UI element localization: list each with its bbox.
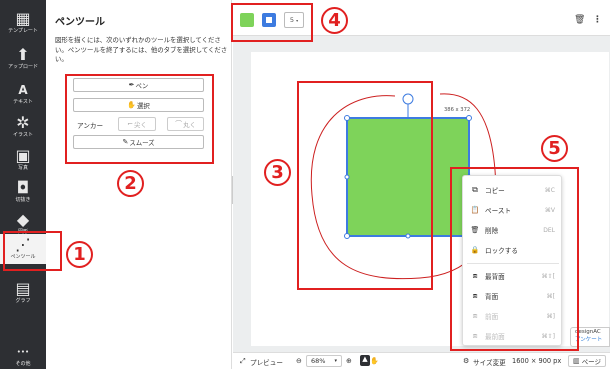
sidebar-item-label: グラフ xyxy=(15,298,31,304)
sidebar-item-label: イラスト xyxy=(13,132,33,138)
kebab-menu-icon[interactable]: ⋮ xyxy=(593,15,602,25)
page-button-label: ページ xyxy=(581,358,601,366)
sidebar-item-label: 写真 xyxy=(17,165,28,171)
crop-icon: ◘ xyxy=(16,178,30,197)
sidebar-item-label: その他 xyxy=(15,361,31,367)
shapes-icon: ◆ xyxy=(16,210,30,229)
trash-icon[interactable]: 🗑 xyxy=(574,15,585,25)
annotation-box-1 xyxy=(3,231,62,271)
annotation-box-4 xyxy=(231,3,313,42)
panel-title: ペンツール xyxy=(55,17,105,28)
cursor-tool-button[interactable]: ▲ xyxy=(360,355,370,366)
annotation-box-5 xyxy=(450,167,579,351)
expand-icon: ⤢ xyxy=(240,357,246,365)
sidebar-item-template[interactable]: ▦ テンプレート xyxy=(0,4,46,42)
illustration-icon: ✲ xyxy=(16,113,30,132)
sidebar-item-graph[interactable]: ▤ グラフ xyxy=(0,274,46,312)
sidebar-item-upload[interactable]: ⬆ アップロード xyxy=(0,40,46,78)
main-sidebar: ▦ テンプレート ⬆ アップロード A テキスト ✲ イラスト ▣ 写真 ◘ 切… xyxy=(0,0,46,369)
panel-description: 図形を描くには、次のいずれかのツールを選択してください。ペンツールを終了するには… xyxy=(55,36,228,64)
zoom-out-icon[interactable]: ⊖ xyxy=(296,357,302,365)
sidebar-item-label: テキスト xyxy=(13,99,33,105)
sidebar-item-label: テンプレート xyxy=(8,28,38,34)
badge-line-1: designAC xyxy=(575,329,601,335)
annotation-number-5: 5 xyxy=(541,135,568,162)
preview-button[interactable]: プレビュー xyxy=(250,357,283,367)
annotation-number-3: 3 xyxy=(264,159,291,186)
annotation-box-3 xyxy=(297,81,433,290)
hand-tool-icon[interactable]: ✋ xyxy=(370,357,379,365)
zoom-value: 68% xyxy=(311,357,326,365)
badge-line-2: アンケート xyxy=(575,337,603,343)
graph-icon: ▤ xyxy=(15,279,31,298)
template-icon: ▦ xyxy=(15,9,31,28)
photo-icon: ▣ xyxy=(15,146,31,165)
sidebar-item-more[interactable]: ••• その他 xyxy=(0,344,46,368)
canvas-dimensions: 1600 × 900 px xyxy=(512,357,562,365)
size-label: 386 x 372 xyxy=(444,107,471,113)
chevron-down-icon: ▾ xyxy=(334,358,337,364)
annotation-box-2 xyxy=(65,74,214,164)
resize-button[interactable]: サイズ変更 xyxy=(473,357,506,367)
gear-icon: ⚙ xyxy=(463,357,470,365)
sidebar-item-label: アップロード xyxy=(7,64,38,70)
cursor-arrow-icon: ▲ xyxy=(362,355,368,363)
bottom-bar: ⤢ プレビュー ⊖ 68% ▾ ⊕ ✋ ⚙ サイズ変更 1600 × 900 p… xyxy=(233,352,610,369)
more-icon: ••• xyxy=(16,347,30,356)
annotation-number-2: 2 xyxy=(117,170,144,197)
page-icon: ▥ xyxy=(573,357,580,365)
annotation-number-4: 4 xyxy=(321,7,348,34)
upload-file-icon: ⬆ xyxy=(16,45,30,64)
page-button[interactable]: ▥ ページ xyxy=(568,355,606,367)
sidebar-item-label: 切抜き xyxy=(15,197,31,203)
zoom-in-icon[interactable]: ⊕ xyxy=(346,357,352,365)
zoom-select[interactable]: 68% ▾ xyxy=(306,355,342,367)
text-icon: A xyxy=(18,82,28,97)
annotation-number-1: 1 xyxy=(66,241,93,268)
